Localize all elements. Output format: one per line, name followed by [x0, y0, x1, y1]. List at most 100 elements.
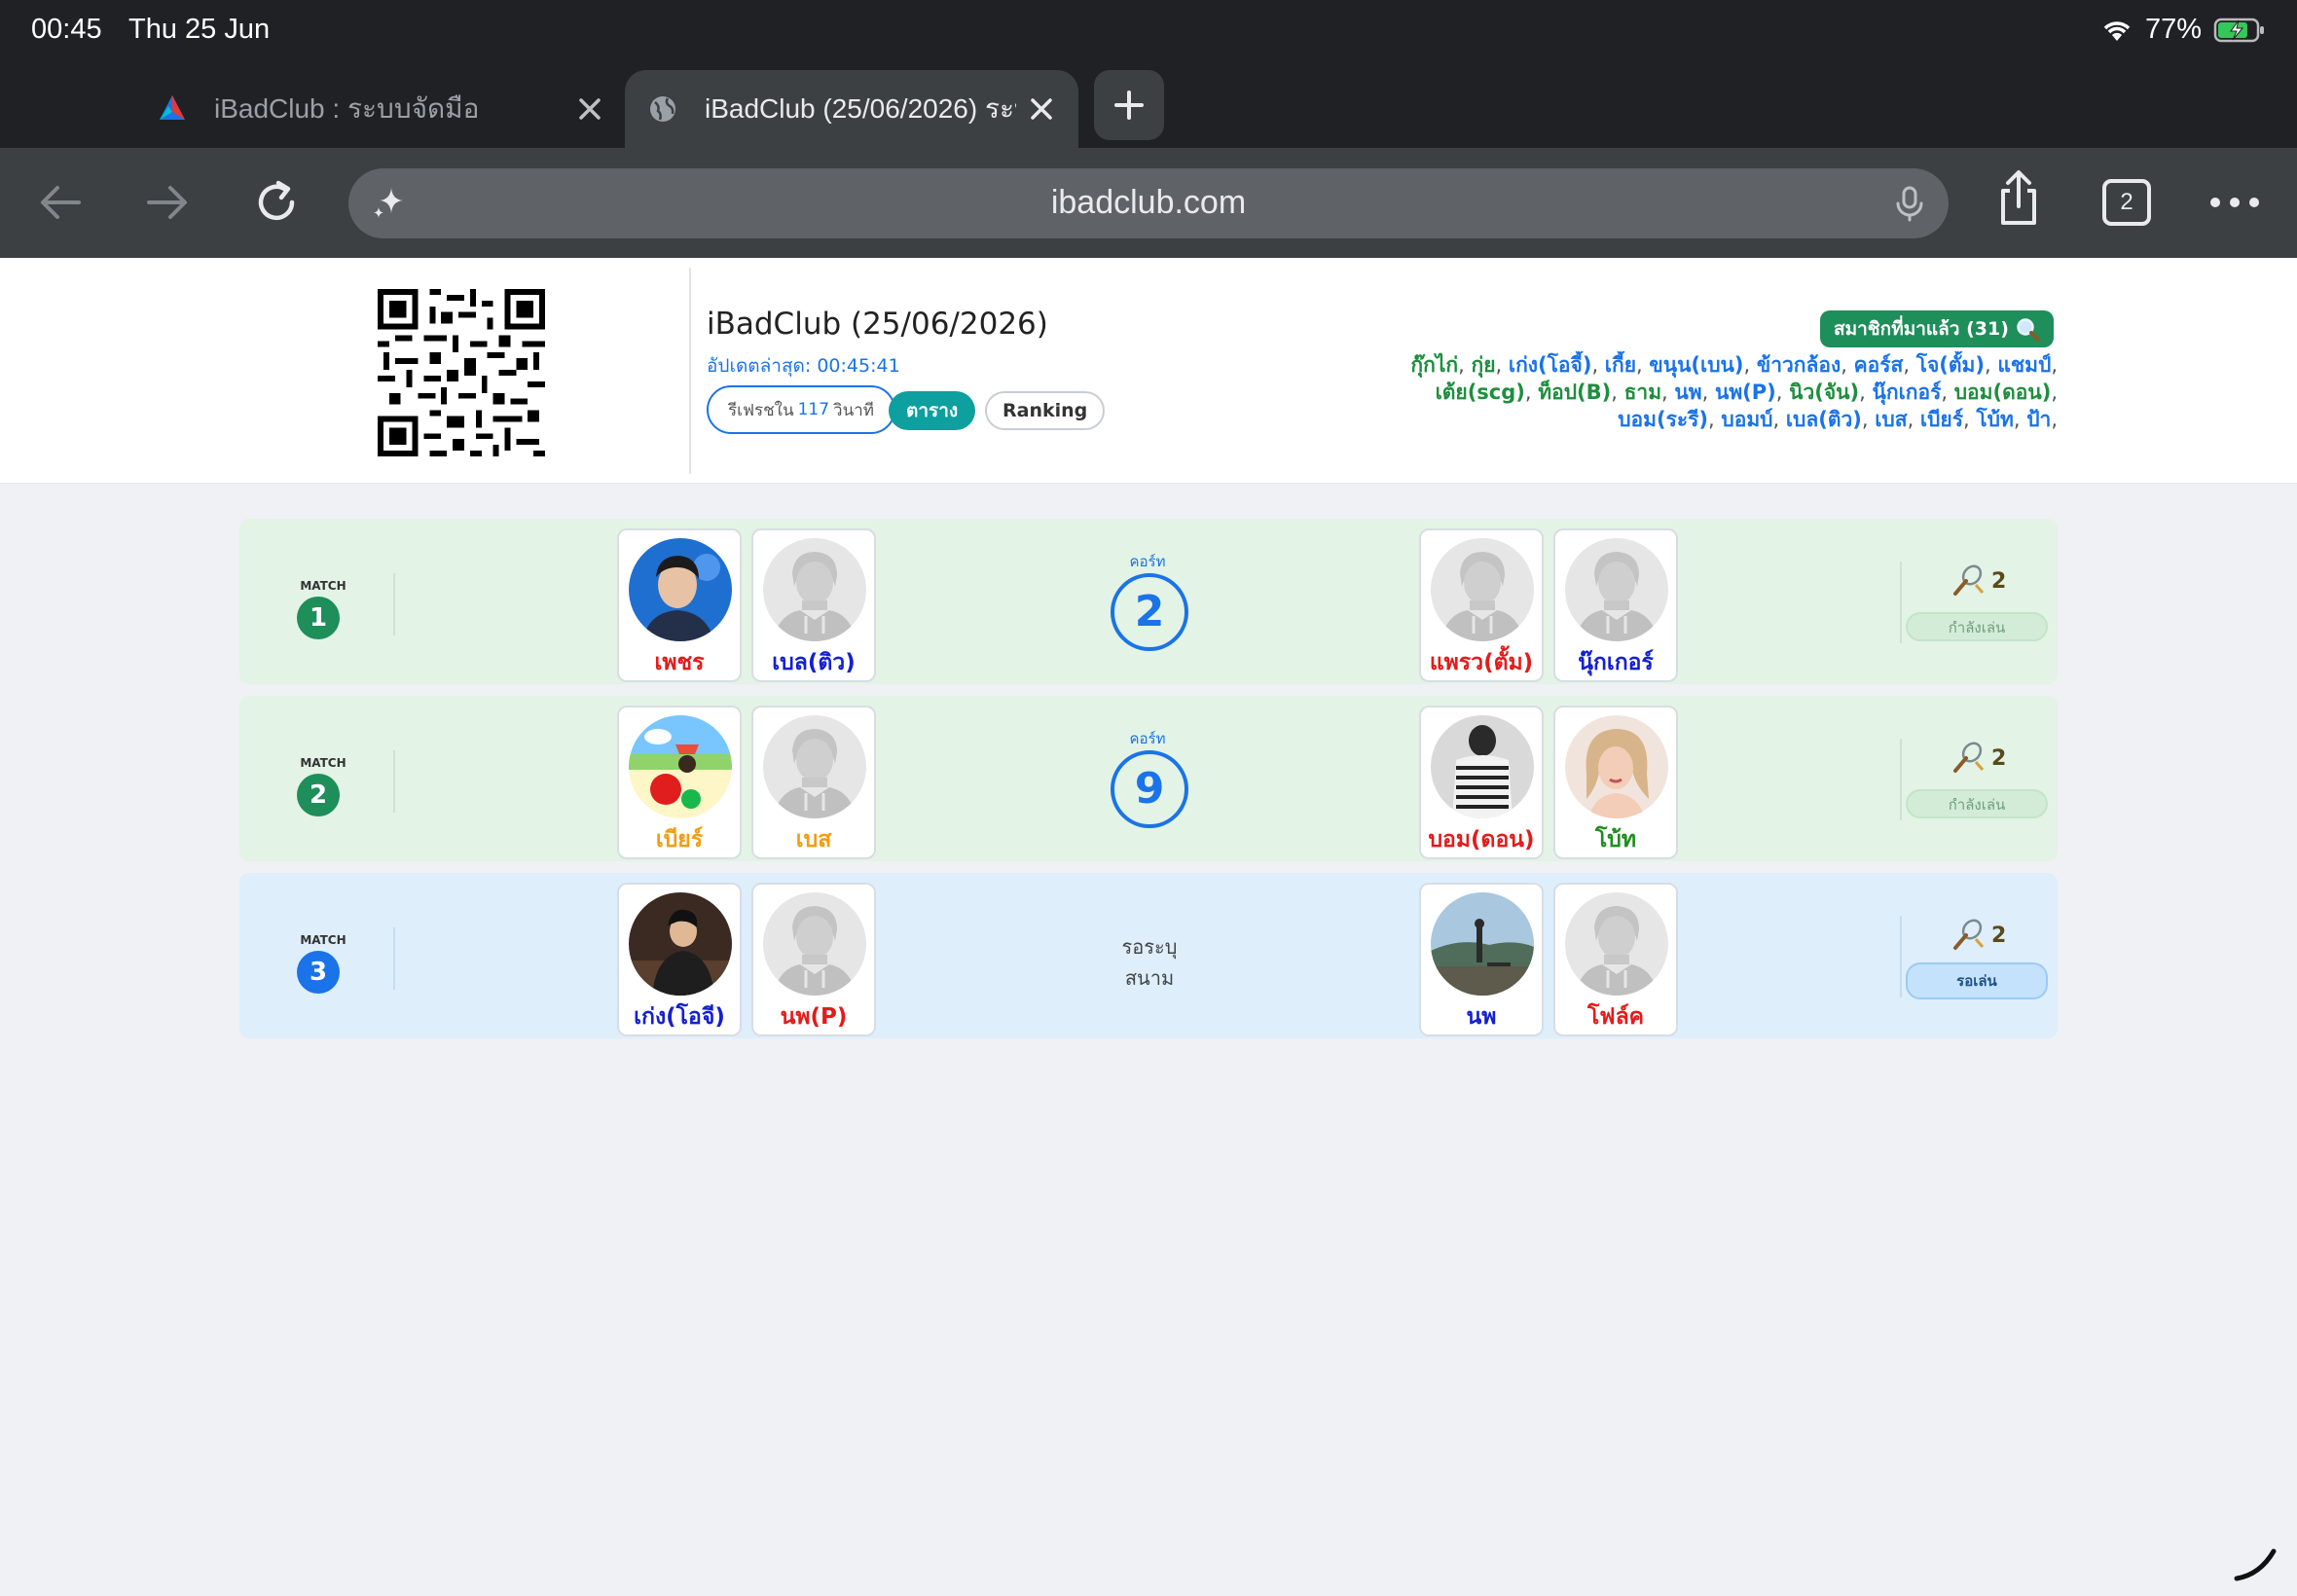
member-name[interactable]: บอม(ระรี)	[1618, 408, 1708, 431]
member-name[interactable]: นุ๊กเกอร์	[1873, 381, 1942, 404]
member-name[interactable]: นพ	[1674, 381, 1701, 404]
member-separator: ,	[1495, 353, 1509, 377]
battery-charging-icon	[2213, 18, 2264, 42]
more-menu-button[interactable]	[2206, 173, 2264, 232]
divider	[1900, 739, 1902, 820]
match-list: MATCH 1 เพชร เบล(ติว) คอร์ท 2 แพรว(ตั้ม)…	[239, 519, 2058, 1050]
member-name[interactable]: บอมบ์	[1721, 408, 1772, 431]
forward-button[interactable]	[138, 173, 197, 232]
default-avatar-icon	[1431, 538, 1534, 641]
member-name[interactable]: เบล(ติว)	[1786, 408, 1862, 431]
more-horizontal-icon	[2210, 198, 2259, 207]
resize-handle-icon[interactable]	[2231, 1536, 2279, 1584]
member-separator: ,	[2051, 381, 2058, 404]
player-card[interactable]: เก่ง(โอจี)	[617, 883, 742, 1036]
court-number: 2	[1111, 573, 1188, 651]
member-name[interactable]: โจ(ตั้ม)	[1916, 353, 1985, 377]
close-icon[interactable]	[572, 91, 607, 127]
player-card[interactable]: เบล(ติว)	[751, 528, 876, 682]
player-name: นพ(P)	[780, 1004, 848, 1030]
player-card[interactable]: เบียร์	[617, 706, 742, 859]
shuttle-count-value: 2	[1991, 745, 2007, 771]
player-name: เบียร์	[655, 827, 704, 852]
member-separator: ,	[1903, 353, 1916, 377]
member-separator: ,	[1458, 353, 1472, 377]
share-button[interactable]	[1989, 169, 2048, 228]
tab-ibadclub-schedule[interactable]: iBadClub (25/06/2026) ระบบ	[625, 70, 1078, 148]
microphone-icon[interactable]	[1890, 184, 1929, 223]
player-card[interactable]: โบ้ท	[1553, 706, 1678, 859]
player-card[interactable]: เบส	[751, 706, 876, 859]
avatar	[1431, 892, 1534, 996]
match-row: MATCH 3 เก่ง(โอจี) นพ(P) รอระบุ สนาม นพ …	[239, 873, 2058, 1038]
ranking-button[interactable]: Ranking	[985, 391, 1106, 430]
page-title: iBadClub (25/06/2026)	[707, 307, 1048, 342]
close-icon[interactable]	[1024, 91, 1059, 127]
member-name[interactable]: ธาม	[1624, 381, 1661, 404]
header-divider	[689, 268, 691, 474]
member-separator: ,	[1743, 353, 1757, 377]
avatar	[1565, 892, 1668, 996]
tab-count-button[interactable]: 2	[2102, 179, 2151, 226]
member-name[interactable]: กุ่ย	[1472, 353, 1496, 377]
member-name[interactable]: คอร์ส	[1854, 353, 1904, 377]
player-card[interactable]: เพชร	[617, 528, 742, 682]
reload-button[interactable]	[247, 173, 306, 232]
member-name[interactable]: นพ(P)	[1715, 381, 1776, 404]
status-badge: รอเล่น	[1906, 962, 2048, 999]
member-name[interactable]: ท็อป(B)	[1538, 381, 1611, 404]
member-name[interactable]: เกี้ย	[1605, 353, 1636, 377]
refresh-countdown[interactable]: รีเฟรชใน 117 วินาที	[707, 385, 895, 434]
avatar	[1431, 538, 1534, 641]
back-button[interactable]	[31, 173, 90, 232]
player-name: เพชร	[654, 650, 705, 675]
status-badge: กำลังเล่น	[1906, 612, 2048, 641]
member-name[interactable]: ข้าวกล้อง	[1757, 353, 1841, 377]
member-separator: ,	[1984, 353, 1998, 377]
page-header: iBadClub (25/06/2026) อัปเดตล่าสุด: 00:4…	[0, 258, 2297, 484]
member-name[interactable]: โบ้ท	[1976, 408, 2013, 431]
avatar	[629, 715, 732, 818]
member-name[interactable]: เบียร์	[1920, 408, 1963, 431]
member-separator: ,	[1963, 408, 1977, 431]
match-label: MATCH	[300, 933, 346, 947]
player-card[interactable]: นุ๊กเกอร์	[1553, 528, 1678, 682]
player-card[interactable]: นพ	[1419, 883, 1544, 1036]
court-label: คอร์ท	[1129, 553, 1166, 570]
member-name[interactable]: นิว(จัน)	[1789, 381, 1859, 404]
match-number: 2	[297, 774, 340, 816]
wifi-icon	[2103, 20, 2131, 41]
member-name[interactable]: เบส	[1875, 408, 1907, 431]
player-card[interactable]: โฟล์ค	[1553, 883, 1678, 1036]
url-text: ibadclub.com	[1050, 184, 1247, 221]
player-card[interactable]: นพ(P)	[751, 883, 876, 1036]
last-updated: อัปเดตล่าสุด: 00:45:41	[707, 355, 900, 377]
default-avatar-icon	[763, 892, 866, 996]
schedule-button[interactable]: ตาราง	[889, 391, 976, 430]
members-list: กุ๊กไก่, กุ่ย, เก่ง(โอจี้), เกี้ย, ขนุน(…	[1337, 351, 2058, 431]
refresh-seconds: 117	[797, 400, 830, 419]
member-name[interactable]: เก่ง(โอจี้)	[1509, 353, 1592, 377]
avatar-photo	[629, 715, 732, 818]
match-number: 3	[297, 951, 340, 994]
address-bar[interactable]: ibadclub.com	[348, 168, 1949, 238]
new-tab-button[interactable]	[1094, 70, 1164, 140]
player-name: เบส	[795, 827, 832, 852]
tab-ibadclub-home[interactable]: iBadClub : ระบบจัดมือ	[156, 70, 603, 148]
match-row: MATCH 1 เพชร เบล(ติว) คอร์ท 2 แพรว(ตั้ม)…	[239, 519, 2058, 684]
member-name[interactable]: ป้า	[2026, 408, 2051, 431]
member-name[interactable]: เต้ย(scg)	[1436, 381, 1525, 404]
match-label: MATCH	[300, 579, 346, 593]
members-badge[interactable]: สมาชิกที่มาแล้ว (31)	[1820, 310, 2054, 347]
member-name[interactable]: บอม(ดอน)	[1954, 381, 2052, 404]
member-name[interactable]: กุ๊กไก่	[1410, 353, 1458, 377]
match-row: MATCH 2 เบียร์ เบส คอร์ท 9 บอม(ดอน) โบ้ท…	[239, 696, 2058, 861]
player-card[interactable]: แพรว(ตั้ม)	[1419, 528, 1544, 682]
player-card[interactable]: บอม(ดอน)	[1419, 706, 1544, 859]
members-badge-label: สมาชิกที่มาแล้ว (31)	[1834, 318, 2009, 340]
member-name[interactable]: แชมป์	[1997, 353, 2051, 377]
member-name[interactable]: ขนุน(เบน)	[1649, 353, 1743, 377]
player-name: บอม(ดอน)	[1428, 827, 1535, 852]
avatar-photo	[629, 892, 732, 996]
date: Thu 25 Jun	[128, 14, 271, 45]
